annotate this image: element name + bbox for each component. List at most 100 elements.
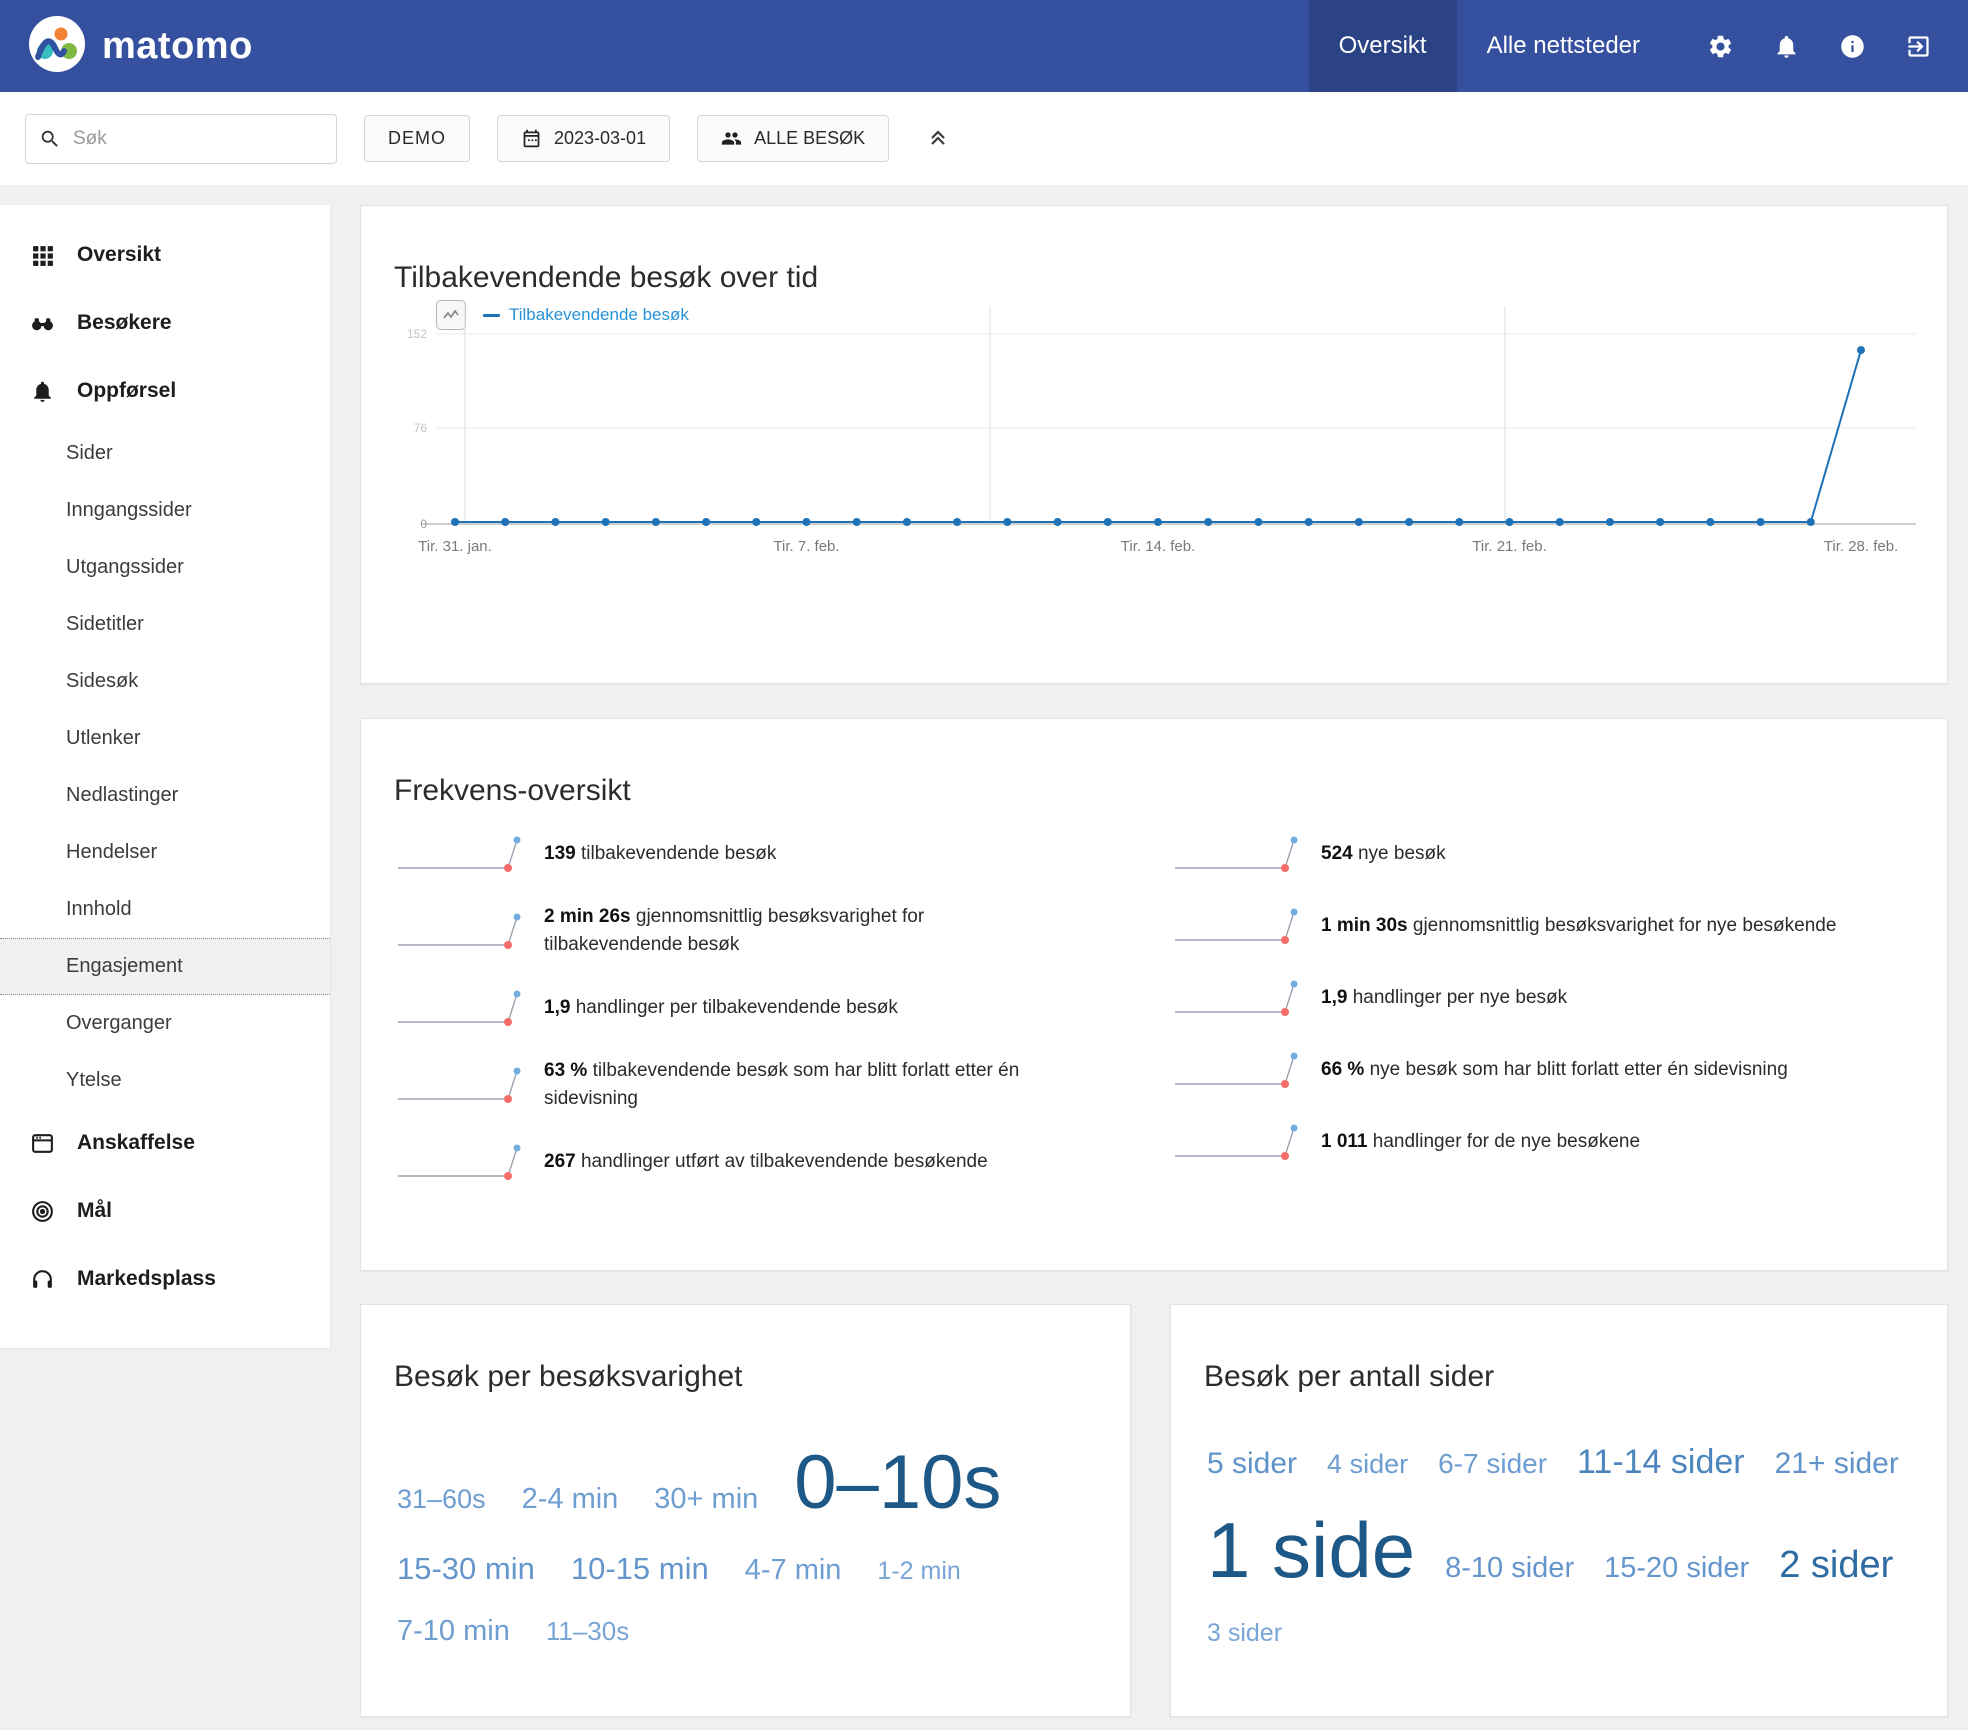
brand[interactable]: matomo — [28, 15, 253, 78]
tag-cloud-item[interactable]: 1 side — [1207, 1511, 1415, 1589]
frequency-stat-value: 2 min 26s — [544, 906, 631, 927]
sidebar-item-oppforsel[interactable]: Oppførsel — [0, 357, 330, 425]
frequency-stat-row: 1 011 handlinger for de nye besøkene — [1173, 1119, 1933, 1165]
sidebar-item-label: Overganger — [66, 1012, 172, 1035]
site-selector-button[interactable]: DEMO — [364, 115, 470, 162]
pages-tag-cloud: 5 sider 4 sider 6-7 sider 11-14 sider 21+ si… — [1207, 1445, 1937, 1646]
tag-cloud-item[interactable]: 4-7 min — [745, 1556, 842, 1585]
sidebar-item-label: Sidesøk — [66, 670, 138, 693]
sidebar-item-oversikt[interactable]: Oversikt — [0, 221, 330, 289]
sidebar-item-inngangssider[interactable]: Inngangssider — [0, 482, 330, 539]
svg-text:0: 0 — [420, 517, 427, 531]
frequency-stat-value: 1,9 — [1321, 987, 1347, 1008]
pages-per-visit-card: Besøk per antall sider 5 sider 4 sider 6-7… — [1170, 1304, 1948, 1717]
tag-cloud-item[interactable]: 3 sider — [1207, 1621, 1282, 1646]
sidebar-item-sidetitler[interactable]: Sidetitler — [0, 596, 330, 653]
tag-cloud-item[interactable]: 0–10s — [794, 1445, 1001, 1521]
sparkline[interactable] — [1173, 1047, 1305, 1093]
segment-selector-label: ALLE BESØK — [754, 128, 865, 149]
search-icon — [39, 128, 61, 150]
segment-selector-button[interactable]: ALLE BESØK — [697, 115, 889, 162]
x-axis-tick-label: Tir. 21. feb. — [1472, 538, 1546, 555]
frequency-stat-value: 139 — [544, 843, 576, 864]
sparkline[interactable] — [1173, 831, 1305, 877]
frequency-stat-label: tilbakevendende besøk — [581, 843, 776, 864]
frequency-stat-value: 1 min 30s — [1321, 915, 1408, 936]
search-box[interactable] — [25, 114, 337, 164]
frequency-stat-row: 139 tilbakevendende besøk — [396, 831, 1156, 877]
sparkline[interactable] — [1173, 903, 1305, 949]
frequency-stat-text: 66 % nye besøk som har blitt forlatt ett… — [1321, 1056, 1788, 1084]
search-input[interactable] — [71, 127, 323, 151]
tag-cloud-item[interactable]: 31–60s — [397, 1486, 486, 1513]
sidebar-item-innhold[interactable]: Innhold — [0, 881, 330, 938]
tag-cloud-item[interactable]: 11-14 sider — [1577, 1445, 1745, 1479]
sidebar-item-anskaffelse[interactable]: Anskaffelse — [0, 1109, 330, 1177]
tag-cloud-item[interactable]: 7-10 min — [397, 1617, 510, 1646]
target-icon — [30, 1199, 55, 1224]
tag-cloud-item[interactable]: 2 sider — [1779, 1546, 1893, 1584]
tag-cloud-item[interactable]: 2-4 min — [522, 1485, 619, 1514]
matomo-logo-icon — [28, 15, 86, 78]
tag-cloud-item[interactable]: 10-15 min — [571, 1553, 709, 1584]
top-navbar: matomo Oversikt Alle nettsteder — [0, 0, 1968, 92]
tag-cloud-item[interactable]: 8-10 sider — [1445, 1554, 1574, 1583]
tag-cloud-item[interactable]: 15-30 min — [397, 1553, 535, 1584]
settings-icon[interactable] — [1692, 18, 1748, 74]
line-chart[interactable]: 076152Tir. 31. jan.Tir. 7. feb.Tir. 14. … — [361, 206, 1947, 606]
frequency-stat-text: 1 min 30s gjennomsnittlig besøksvarighet… — [1321, 912, 1836, 940]
info-icon[interactable] — [1824, 18, 1880, 74]
sidebar-item-utlenker[interactable]: Utlenker — [0, 710, 330, 767]
tag-cloud-item[interactable]: 21+ sider — [1775, 1449, 1899, 1479]
sidebar-item-label: Anskaffelse — [77, 1131, 195, 1155]
sidebar-item-overganger[interactable]: Overganger — [0, 995, 330, 1052]
sparkline[interactable] — [1173, 975, 1305, 1021]
nav-tab-oversikt[interactable]: Oversikt — [1309, 0, 1457, 92]
sidebar-item-label: Utlenker — [66, 727, 140, 750]
sparkline[interactable] — [396, 908, 528, 954]
frequency-stat-value: 267 — [544, 1151, 576, 1172]
frequency-stat-row: 66 % nye besøk som har blitt forlatt ett… — [1173, 1047, 1933, 1093]
frequency-stat-label: handlinger utført av tilbakevendende bes… — [581, 1151, 988, 1172]
sidebar-item-hendelser[interactable]: Hendelser — [0, 824, 330, 881]
sidebar-item-nedlastinger[interactable]: Nedlastinger — [0, 767, 330, 824]
frequency-stat-value: 1,9 — [544, 997, 570, 1018]
sparkline[interactable] — [396, 1139, 528, 1185]
sidebar-item-engasjement[interactable]: Engasjement — [0, 938, 330, 995]
sidebar-item-markedsplass[interactable]: Markedsplass — [0, 1245, 330, 1313]
date-selector-button[interactable]: 2023-03-01 — [497, 115, 670, 162]
notifications-icon[interactable] — [1758, 18, 1814, 74]
tag-cloud-item[interactable]: 1-2 min — [877, 1559, 960, 1584]
nav-tab-alle-nettsteder[interactable]: Alle nettsteder — [1457, 0, 1670, 92]
tag-cloud-item[interactable]: 15-20 sider — [1604, 1554, 1749, 1583]
sparkline[interactable] — [396, 985, 528, 1031]
duration-card-title: Besøk per besøksvarighet — [394, 1360, 742, 1394]
sparkline[interactable] — [396, 1062, 528, 1108]
brand-name: matomo — [102, 25, 253, 68]
sidebar-item-mal[interactable]: Mål — [0, 1177, 330, 1245]
sidebar-item-label: Utgangssider — [66, 556, 184, 579]
x-axis-tick-label: Tir. 28. feb. — [1824, 538, 1898, 555]
tag-cloud-item[interactable]: 4 sider — [1327, 1451, 1408, 1478]
duration-tag-cloud: 31–60s 2-4 min 30+ min 0–10s 15-30 min 10-15 … — [397, 1445, 1092, 1646]
sparkline[interactable] — [1173, 1119, 1305, 1165]
pages-card-title: Besøk per antall sider — [1204, 1360, 1494, 1394]
visit-duration-card: Besøk per besøksvarighet 31–60s 2-4 min 30… — [360, 1304, 1131, 1717]
date-selector-label: 2023-03-01 — [554, 128, 646, 149]
sidebar-menu: OversiktBesøkereOppførselSiderInngangssi… — [0, 205, 331, 1349]
frequency-stat-text: 1,9 handlinger per nye besøk — [1321, 984, 1567, 1012]
tag-cloud-item[interactable]: 11–30s — [546, 1618, 629, 1644]
tag-cloud-item[interactable]: 6-7 sider — [1438, 1450, 1547, 1478]
collapse-chevrons-icon[interactable] — [923, 124, 953, 154]
sidebar-item-besokere[interactable]: Besøkere — [0, 289, 330, 357]
tag-cloud-item[interactable]: 30+ min — [654, 1485, 758, 1514]
signout-icon[interactable] — [1890, 18, 1946, 74]
frequency-stat-row: 1 min 30s gjennomsnittlig besøksvarighet… — [1173, 903, 1933, 949]
tag-cloud-item[interactable]: 5 sider — [1207, 1449, 1297, 1479]
sidebar-item-ytelse[interactable]: Ytelse — [0, 1052, 330, 1109]
content-area: OversiktBesøkereOppførselSiderInngangssi… — [0, 185, 1968, 1730]
sidebar-item-sider[interactable]: Sider — [0, 425, 330, 482]
sidebar-item-utgangssider[interactable]: Utgangssider — [0, 539, 330, 596]
sparkline[interactable] — [396, 831, 528, 877]
sidebar-item-sidesok[interactable]: Sidesøk — [0, 653, 330, 710]
